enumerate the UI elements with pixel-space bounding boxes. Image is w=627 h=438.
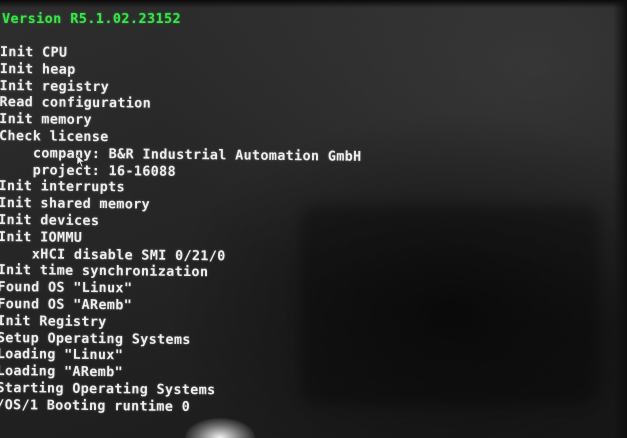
boot-console-screen: Version R5.1.02.23152 Init CPU Init heap I… (0, 0, 627, 438)
version-line: Version R5.1.02.23152 (2, 11, 182, 27)
boot-log: Init CPU Init heap Init registry Read confi… (0, 44, 363, 417)
mouse-pointer-icon (77, 155, 85, 167)
camera-glare (185, 418, 255, 438)
boot-log-line: /OS/1 Booting runtime 0 (0, 396, 191, 415)
monitor-bezel-right (613, 0, 627, 438)
monitor-bezel-top (0, 0, 627, 8)
